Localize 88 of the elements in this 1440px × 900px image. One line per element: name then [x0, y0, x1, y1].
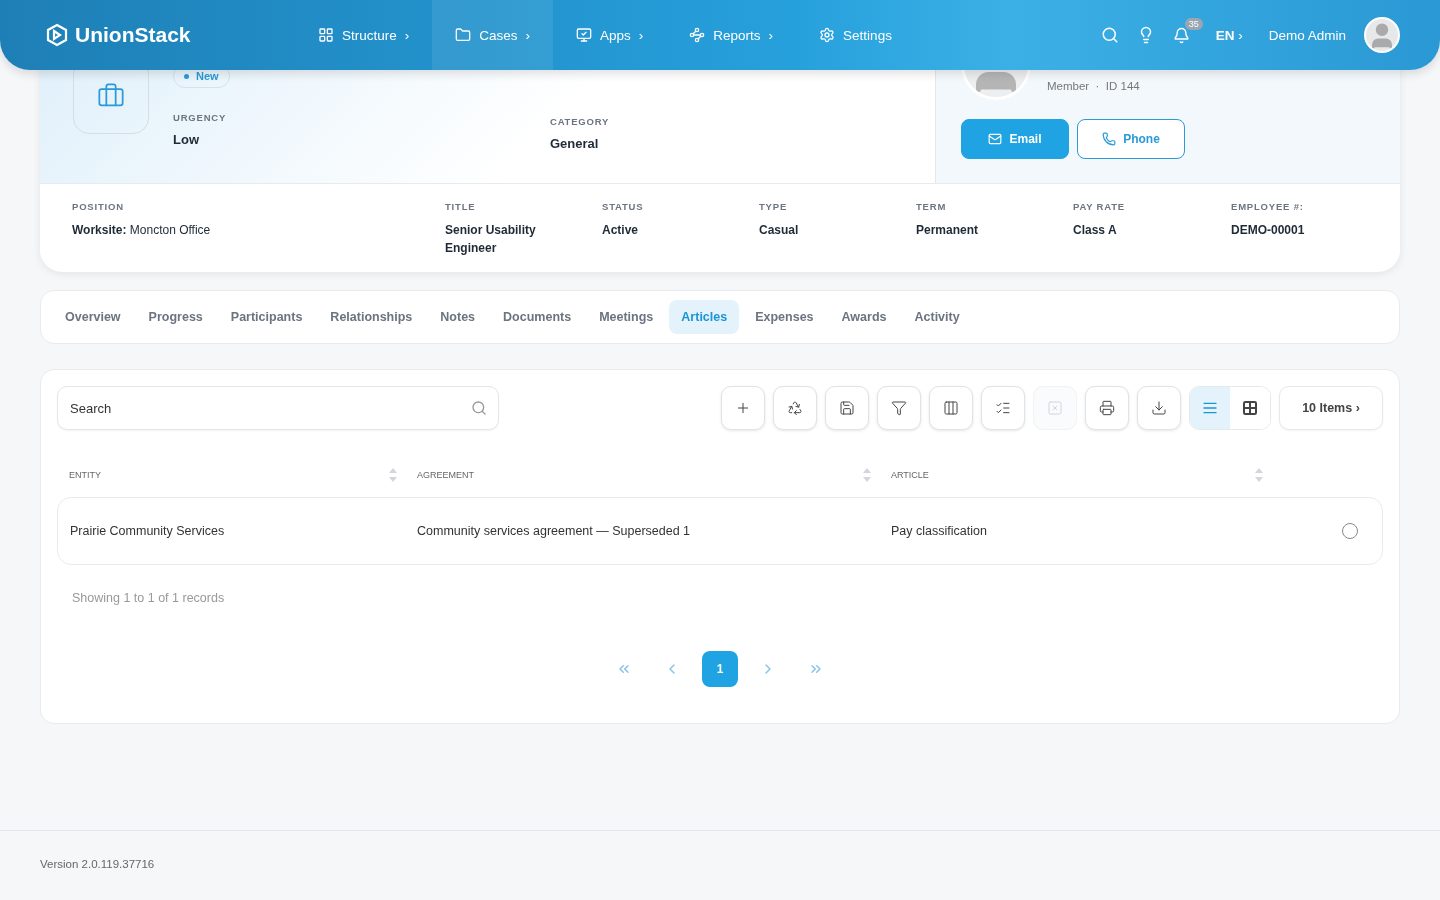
field-value: Worksite: Moncton Office: [72, 222, 212, 239]
mail-icon: [988, 132, 1003, 146]
notification-icon[interactable]: [1172, 26, 1190, 44]
brand-name: UnionStack: [75, 23, 191, 47]
search-icon[interactable]: [1100, 26, 1119, 44]
tab[interactable]: Overview: [53, 300, 133, 334]
page-size-button[interactable]: 10 Items ›: [1279, 386, 1383, 430]
list-view-icon: [1202, 400, 1218, 416]
user-avatar[interactable]: [1364, 17, 1400, 53]
sort-icon[interactable]: [1255, 468, 1263, 482]
field-value: Casual: [759, 222, 800, 239]
clear-icon: [1047, 400, 1063, 416]
toolbar-button[interactable]: [1085, 386, 1129, 430]
grid-icon: [318, 27, 334, 43]
records-summary: Showing 1 to 1 of 1 records: [71, 591, 226, 605]
row-radio[interactable]: [1342, 523, 1358, 539]
field-label: CATEGORY: [550, 116, 611, 127]
toolbar-button[interactable]: [877, 386, 921, 430]
phone-icon: [1102, 132, 1117, 146]
sort-icon[interactable]: [389, 468, 397, 482]
field-value: Permanent: [916, 222, 980, 239]
columns-icon: [943, 400, 959, 416]
settings-icon: [819, 27, 836, 43]
field-label: PAY RATE: [1073, 201, 1126, 212]
plus-icon: [735, 400, 751, 416]
nav-item[interactable]: Settings: [796, 0, 915, 70]
field-label: STATUS: [602, 201, 645, 212]
field-value: Class A: [1073, 222, 1118, 239]
column-header: ARTICLE: [891, 470, 929, 480]
field-value: Active: [602, 222, 640, 239]
field-label: TERM: [916, 201, 948, 212]
column-header: AGREEMENT: [417, 470, 474, 480]
tab[interactable]: Progress: [136, 300, 215, 334]
nav-item[interactable]: Apps ›: [553, 0, 667, 70]
nav-item[interactable]: Structure ›: [295, 0, 433, 70]
version-text: Version 2.0.119.37716: [40, 858, 155, 870]
tab[interactable]: Articles: [669, 300, 740, 334]
column-header: ENTITY: [69, 470, 101, 480]
tab[interactable]: Awards: [829, 300, 899, 334]
grid-view-icon: [1242, 400, 1258, 416]
nav-item[interactable]: Cases ›: [432, 0, 554, 70]
tab[interactable]: Documents: [491, 300, 584, 334]
search-icon: [471, 400, 487, 416]
tab[interactable]: Meetings: [587, 300, 666, 334]
field-value: Senior Usability Engineer: [445, 222, 537, 257]
phone-button[interactable]: Phone: [1077, 119, 1185, 159]
sort-icon[interactable]: [863, 468, 871, 482]
field-label: EMPLOYEE #:: [1231, 201, 1305, 212]
brand-logo[interactable]: UnionStack: [45, 23, 295, 47]
field-value: DEMO-00001: [1231, 222, 1306, 239]
member-meta: Member · ID 144: [1047, 80, 1140, 94]
email-button[interactable]: Email: [961, 119, 1069, 159]
field-label: TITLE: [445, 201, 477, 212]
tab[interactable]: Relationships: [318, 300, 425, 334]
table-row[interactable]: Prairie Community Services Community services agreement — Superseded 1 Pay classification: [57, 497, 1383, 565]
toolbar-button[interactable]: [929, 386, 973, 430]
tab[interactable]: Notes: [428, 300, 488, 334]
field-value: Low: [173, 131, 200, 149]
toolbar-button[interactable]: [1137, 386, 1181, 430]
filter-icon: [891, 400, 907, 416]
field-value: General: [550, 135, 600, 153]
tab[interactable]: Expenses: [743, 300, 826, 334]
field-label: TYPE: [759, 201, 788, 212]
user-name[interactable]: Demo Admin: [1268, 27, 1346, 43]
table-cell-text: Community services agreement — Superseded 1: [417, 524, 692, 538]
view-toggle[interactable]: [1190, 387, 1230, 429]
toolbar-button[interactable]: [825, 386, 869, 430]
tab[interactable]: Activity: [902, 300, 972, 334]
tab[interactable]: Participants: [218, 300, 315, 334]
field-label: URGENCY: [173, 112, 228, 123]
download-icon: [1151, 400, 1167, 416]
recycle-icon: [787, 400, 803, 416]
checklist-icon: [995, 400, 1011, 416]
print-icon: [1099, 400, 1115, 416]
folder-icon: [455, 27, 472, 43]
search-field[interactable]: Search: [57, 386, 499, 430]
field-label: POSITION: [72, 201, 125, 212]
nav-item[interactable]: Reports ›: [666, 0, 797, 70]
logo-icon: [45, 23, 69, 47]
route-icon: [689, 27, 706, 43]
save-icon: [839, 400, 855, 416]
page-number[interactable]: 1: [702, 651, 738, 687]
table-cell-text: Prairie Community Services: [70, 524, 226, 538]
language-selector[interactable]: EN ›: [1215, 27, 1243, 43]
monitor-icon: [576, 27, 593, 43]
toolbar-button[interactable]: [773, 386, 817, 430]
table-cell-text: Pay classification: [891, 524, 988, 538]
notification-count: 35: [1184, 17, 1203, 30]
